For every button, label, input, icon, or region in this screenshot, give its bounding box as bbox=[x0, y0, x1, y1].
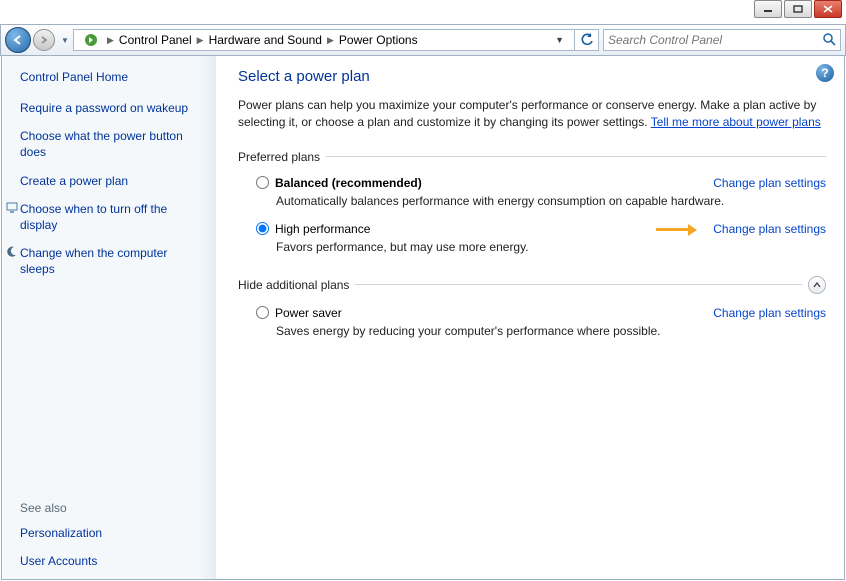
address-bar[interactable]: ▶ Control Panel ▶ Hardware and Sound ▶ P… bbox=[73, 29, 575, 51]
chevron-icon: ▶ bbox=[324, 35, 337, 46]
plan-high-performance: High performance Change plan settings Fa… bbox=[256, 222, 826, 254]
plan-high-performance-desc: Favors performance, but may use more ene… bbox=[276, 240, 826, 254]
see-also-heading: See also bbox=[20, 501, 204, 515]
tell-me-more-link[interactable]: Tell me more about power plans bbox=[651, 115, 821, 129]
search-icon[interactable] bbox=[822, 32, 836, 49]
see-also-section: See also Personalization User Accounts bbox=[20, 501, 204, 569]
sidebar: Control Panel Home Require a password on… bbox=[2, 56, 216, 579]
sidebar-link-computer-sleeps[interactable]: Change when the computer sleeps bbox=[20, 245, 204, 277]
plan-power-saver-radio[interactable] bbox=[256, 306, 269, 319]
sidebar-link-user-accounts[interactable]: User Accounts bbox=[20, 553, 204, 569]
nav-back-button[interactable] bbox=[5, 27, 31, 53]
plan-balanced: Balanced (recommended) Change plan setti… bbox=[256, 176, 826, 208]
sidebar-link-require-password[interactable]: Require a password on wakeup bbox=[20, 100, 204, 116]
maximize-button[interactable] bbox=[784, 0, 812, 18]
control-panel-home-link[interactable]: Control Panel Home bbox=[20, 70, 204, 84]
chevron-icon: ▶ bbox=[194, 35, 207, 46]
change-plan-settings-high-performance[interactable]: Change plan settings bbox=[713, 222, 826, 236]
minimize-button[interactable] bbox=[754, 0, 782, 18]
sidebar-link-turn-off-display[interactable]: Choose when to turn off the display bbox=[20, 201, 204, 233]
plan-balanced-label: Balanced (recommended) bbox=[275, 176, 422, 190]
plan-power-saver-desc: Saves energy by reducing your computer's… bbox=[276, 324, 826, 338]
page-title: Select a power plan bbox=[238, 68, 826, 85]
main-area: Control Panel Home Require a password on… bbox=[1, 56, 845, 580]
plan-balanced-radio[interactable] bbox=[256, 176, 269, 189]
plan-power-saver-label: Power saver bbox=[275, 306, 342, 320]
collapse-button[interactable] bbox=[808, 276, 826, 294]
sidebar-link-create-plan[interactable]: Create a power plan bbox=[20, 173, 204, 189]
plan-high-performance-radio[interactable] bbox=[256, 222, 269, 235]
plan-high-performance-label: High performance bbox=[275, 222, 370, 236]
chevron-icon: ▶ bbox=[104, 35, 117, 46]
monitor-icon bbox=[4, 201, 20, 213]
nav-forward-button[interactable] bbox=[33, 29, 55, 51]
address-dropdown[interactable]: ▼ bbox=[549, 35, 570, 45]
refresh-button[interactable] bbox=[575, 29, 599, 51]
search-input[interactable] bbox=[608, 33, 822, 47]
sidebar-link-power-button[interactable]: Choose what the power button does bbox=[20, 128, 204, 160]
breadcrumb-hardware-sound[interactable]: Hardware and Sound bbox=[207, 33, 324, 47]
breadcrumb-control-panel[interactable]: Control Panel bbox=[117, 33, 194, 47]
divider bbox=[326, 156, 826, 157]
plan-power-saver: Power saver Change plan settings Saves e… bbox=[256, 306, 826, 338]
change-plan-settings-balanced[interactable]: Change plan settings bbox=[713, 176, 826, 190]
search-box[interactable] bbox=[603, 29, 841, 51]
preferred-plans-header: Preferred plans bbox=[238, 150, 826, 164]
power-options-icon bbox=[82, 31, 100, 49]
plan-balanced-desc: Automatically balances performance with … bbox=[276, 194, 826, 208]
close-button[interactable] bbox=[814, 0, 842, 18]
sidebar-link-personalization[interactable]: Personalization bbox=[20, 525, 204, 541]
content-area: ? Select a power plan Power plans can he… bbox=[216, 56, 844, 579]
divider bbox=[355, 284, 802, 285]
breadcrumb-power-options[interactable]: Power Options bbox=[337, 33, 420, 47]
nav-history-dropdown[interactable]: ▼ bbox=[59, 31, 71, 49]
window-controls bbox=[754, 0, 842, 18]
change-plan-settings-power-saver[interactable]: Change plan settings bbox=[713, 306, 826, 320]
intro-text: Power plans can help you maximize your c… bbox=[238, 97, 826, 132]
help-icon[interactable]: ? bbox=[816, 64, 834, 82]
header-bar: ▼ ▶ Control Panel ▶ Hardware and Sound ▶… bbox=[0, 24, 846, 56]
moon-icon bbox=[4, 245, 20, 257]
hide-additional-header: Hide additional plans bbox=[238, 276, 826, 294]
